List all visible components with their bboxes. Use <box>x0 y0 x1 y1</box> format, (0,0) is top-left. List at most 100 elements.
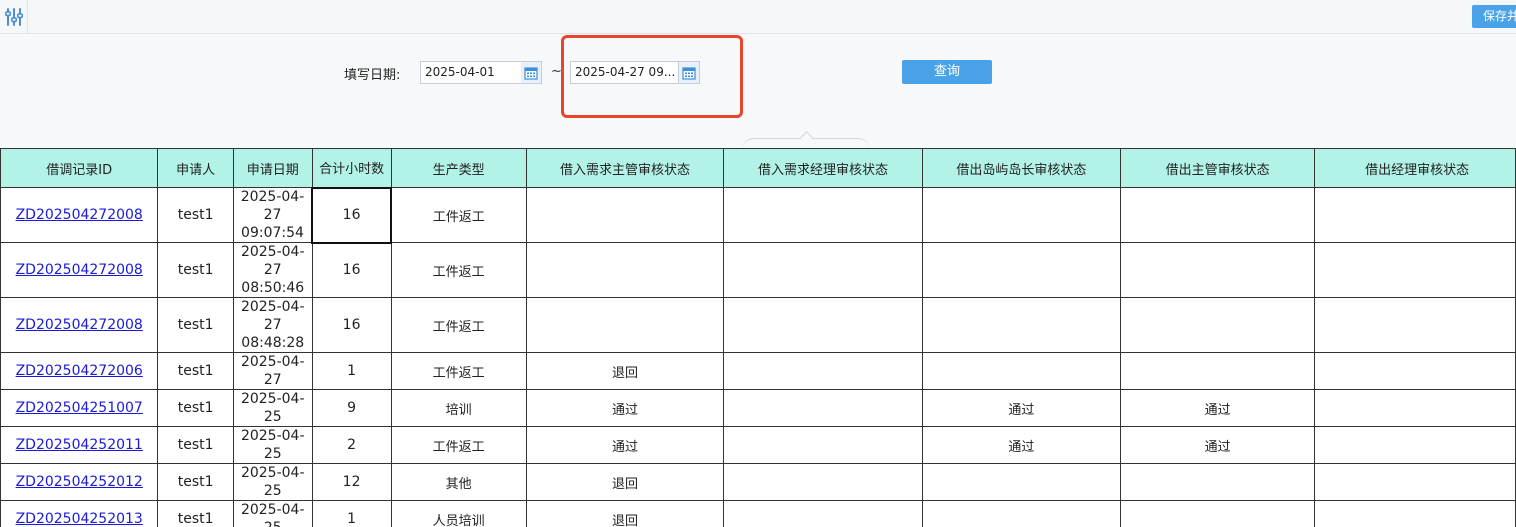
table-header-row: 借调记录ID 申请人 申请日期 合计小时数 生产类型 借入需求主管审核状态 借入… <box>0 148 1516 188</box>
column-header[interactable]: 借出主管审核状态 <box>1120 148 1316 188</box>
status-cell: 通过 <box>921 389 1122 427</box>
applicant-cell: test1 <box>157 500 234 527</box>
production-type-cell: 工件返工 <box>390 297 527 353</box>
status-cell <box>525 297 725 353</box>
table-row: ZD202504251007 test1 2025-04-25 9 培训 通过 … <box>0 389 1516 427</box>
status-cell <box>1314 463 1516 501</box>
status-cell <box>723 352 923 390</box>
status-cell: 通过 <box>921 426 1122 464</box>
total-hours-cell: 2 <box>311 426 392 464</box>
total-hours-cell: 9 <box>311 389 392 427</box>
record-id-link[interactable]: ZD202504251007 <box>0 389 159 427</box>
column-header[interactable]: 申请人 <box>157 148 234 188</box>
calendar-icon[interactable] <box>521 61 542 84</box>
applicant-cell: test1 <box>157 352 234 390</box>
apply-date-cell: 2025-04-25 <box>232 389 313 427</box>
record-id-link[interactable]: ZD202504272008 <box>0 242 159 298</box>
status-cell <box>921 187 1122 243</box>
total-hours-cell: 1 <box>311 352 392 390</box>
production-type-cell: 工件返工 <box>390 242 527 298</box>
table-row: ZD202504272006 test1 2025-04-27 1 工件返工 退… <box>0 352 1516 390</box>
column-header[interactable]: 申请日期 <box>232 148 313 188</box>
highlight-annotation <box>561 35 743 118</box>
record-id-link[interactable]: ZD202504272008 <box>0 187 159 243</box>
status-cell <box>921 242 1122 298</box>
table-row: ZD202504252012 test1 2025-04-25 12 其他 退回 <box>0 463 1516 501</box>
status-cell <box>1314 297 1516 353</box>
status-cell <box>1314 389 1516 427</box>
status-cell <box>921 463 1122 501</box>
status-cell: 通过 <box>525 426 725 464</box>
column-header[interactable]: 借入需求主管审核状态 <box>525 148 725 188</box>
start-date-input[interactable]: 2025-04-01 <box>420 61 522 84</box>
column-header[interactable]: 合计小时数 <box>311 148 392 188</box>
query-button[interactable]: 查询 <box>902 60 992 84</box>
applicant-cell: test1 <box>157 187 234 243</box>
apply-date-cell: 2025-04-27 09:07:54 <box>232 187 313 243</box>
applicant-cell: test1 <box>157 389 234 427</box>
status-cell <box>1120 242 1316 298</box>
record-id-link[interactable]: ZD202504272006 <box>0 352 159 390</box>
column-header[interactable]: 借出岛屿岛长审核状态 <box>921 148 1122 188</box>
status-cell: 通过 <box>1120 389 1316 427</box>
table-row: ZD202504272008 test1 2025-04-27 08:50:46 … <box>0 242 1516 298</box>
date-filter-label: 填写日期: <box>344 68 401 83</box>
table-row: ZD202504252013 test1 2025-04-25 1 人员培训 退… <box>0 500 1516 527</box>
status-cell: 退回 <box>525 352 725 390</box>
table-row: ZD202504272008 test1 2025-04-27 09:07:54 … <box>0 186 1516 244</box>
total-hours-cell: 16 <box>311 297 392 353</box>
production-type-cell: 工件返工 <box>390 187 527 243</box>
status-cell <box>1120 463 1316 501</box>
total-hours-cell: 1 <box>311 500 392 527</box>
status-cell <box>723 463 923 501</box>
status-cell <box>921 352 1122 390</box>
status-cell: 退回 <box>525 500 725 527</box>
status-cell <box>723 389 923 427</box>
column-header[interactable]: 借调记录ID <box>0 148 159 188</box>
applicant-cell: test1 <box>157 242 234 298</box>
apply-date-cell: 2025-04-27 <box>232 352 313 390</box>
status-cell <box>1120 500 1316 527</box>
status-cell: 退回 <box>525 463 725 501</box>
status-cell <box>1120 187 1316 243</box>
sliders-icon[interactable] <box>0 0 28 34</box>
status-cell <box>1120 352 1316 390</box>
status-cell <box>1314 500 1516 527</box>
save-button[interactable]: 保存并 <box>1472 5 1516 28</box>
apply-date-cell: 2025-04-27 08:48:28 <box>232 297 313 353</box>
record-id-link[interactable]: ZD202504252013 <box>0 500 159 527</box>
status-cell <box>1314 426 1516 464</box>
production-type-cell: 其他 <box>390 463 527 501</box>
status-cell <box>723 426 923 464</box>
total-hours-cell[interactable]: 16 <box>311 186 393 244</box>
status-cell <box>723 297 923 353</box>
total-hours-cell: 16 <box>311 242 392 298</box>
applicant-cell: test1 <box>157 426 234 464</box>
apply-date-cell: 2025-04-25 <box>232 463 313 501</box>
applicant-cell: test1 <box>157 463 234 501</box>
status-cell <box>525 187 725 243</box>
status-cell <box>723 187 923 243</box>
status-cell <box>1314 352 1516 390</box>
status-cell: 通过 <box>525 389 725 427</box>
apply-date-cell: 2025-04-25 <box>232 426 313 464</box>
total-hours-cell: 12 <box>311 463 392 501</box>
record-id-link[interactable]: ZD202504252011 <box>0 426 159 464</box>
column-header[interactable]: 借出经理审核状态 <box>1314 148 1516 188</box>
column-header[interactable]: 借入需求经理审核状态 <box>723 148 923 188</box>
top-toolbar: 保存并 <box>0 0 1516 34</box>
loan-records-table: 借调记录ID 申请人 申请日期 合计小时数 生产类型 借入需求主管审核状态 借入… <box>0 148 1516 527</box>
apply-date-cell: 2025-04-27 08:50:46 <box>232 242 313 298</box>
status-cell: 通过 <box>1120 426 1316 464</box>
applicant-cell: test1 <box>157 297 234 353</box>
status-cell <box>1120 297 1316 353</box>
status-cell <box>921 500 1122 527</box>
status-cell <box>525 242 725 298</box>
record-id-link[interactable]: ZD202504252012 <box>0 463 159 501</box>
status-cell <box>723 242 923 298</box>
filter-panel: 填写日期: 2025-04-01 ~ 2025-04-27 09... 查询 <box>0 34 1516 150</box>
record-id-link[interactable]: ZD202504272008 <box>0 297 159 353</box>
column-header[interactable]: 生产类型 <box>390 148 527 188</box>
apply-date-cell: 2025-04-25 <box>232 500 313 527</box>
production-type-cell: 培训 <box>390 389 527 427</box>
